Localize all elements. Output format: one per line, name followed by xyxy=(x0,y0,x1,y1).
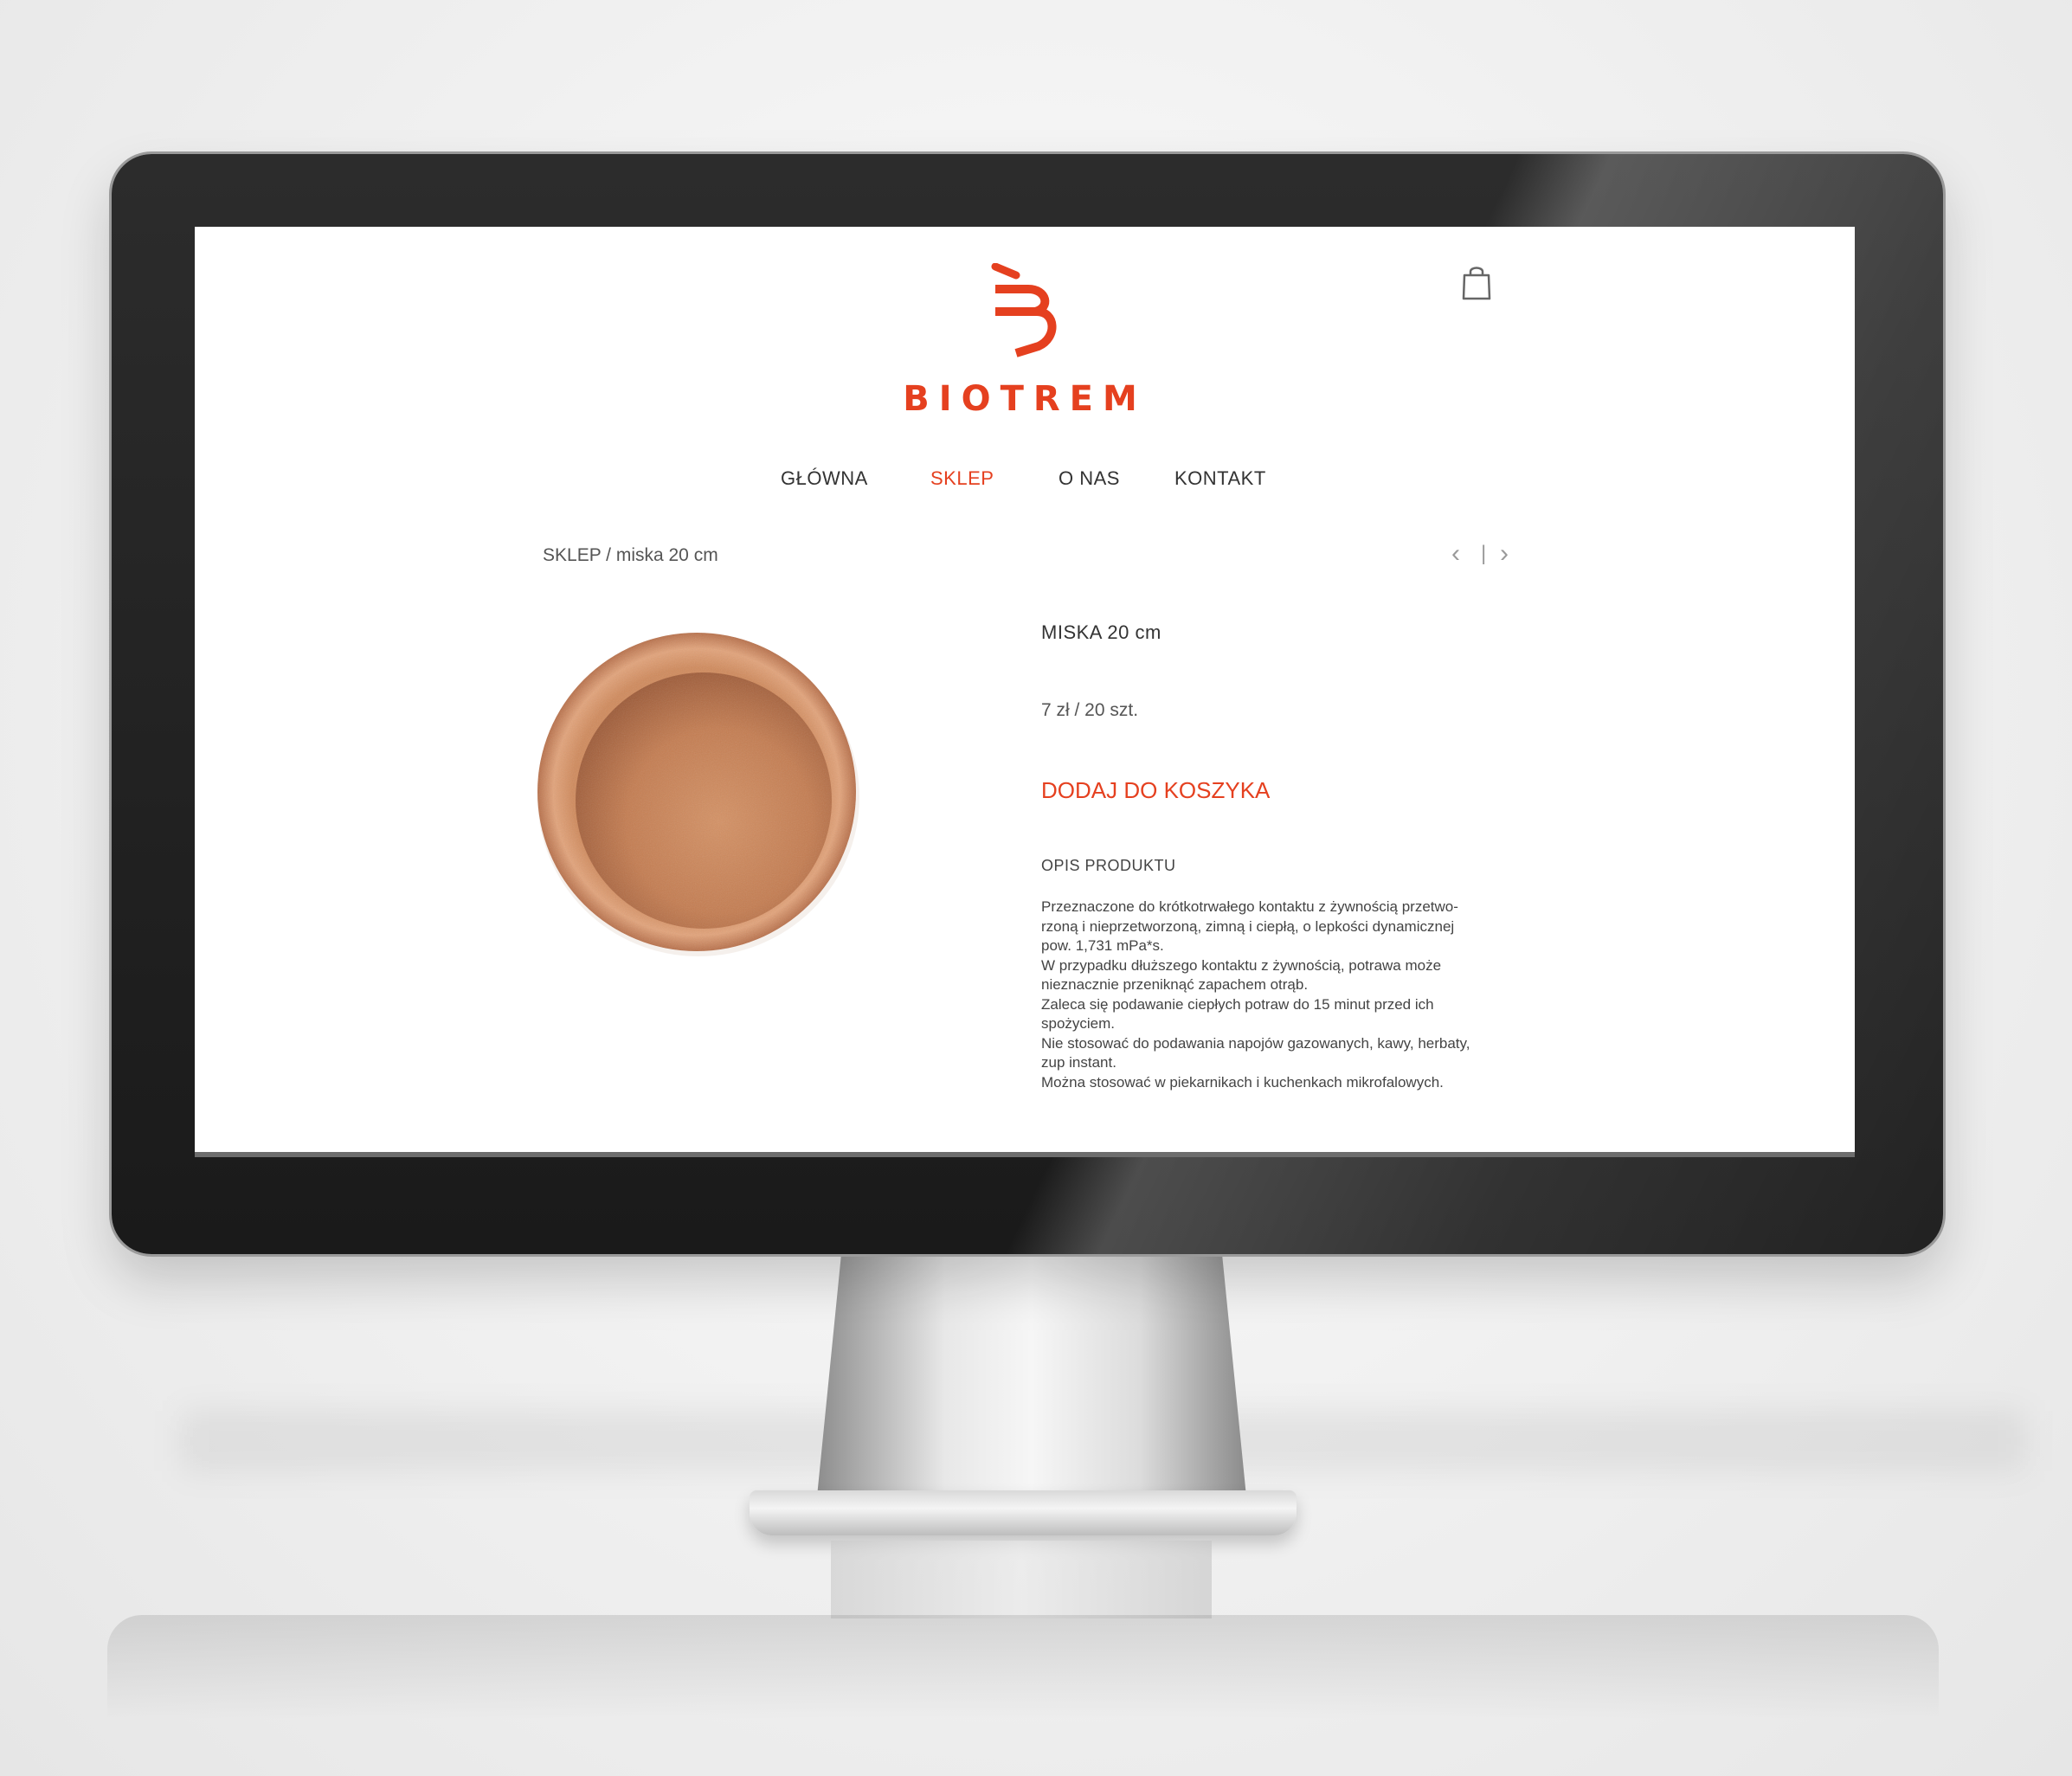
stand-reflection xyxy=(831,1541,1212,1618)
nav-item-sklep[interactable]: SKLEP xyxy=(930,467,994,490)
shopping-bag-icon xyxy=(1462,267,1491,300)
nav-item-kontakt[interactable]: KONTAKT xyxy=(1174,467,1266,490)
site-logo[interactable]: BIOTREM xyxy=(195,263,1855,419)
biotrem-logo-icon xyxy=(991,263,1057,357)
product-pager: ‹ | › xyxy=(1451,540,1521,568)
monitor-stand xyxy=(815,1254,1248,1514)
description-line: Zaleca się podawanie ciepłych potraw do … xyxy=(1041,995,1434,1013)
product-image xyxy=(534,627,863,956)
product-price: 7 zł / 20 szt. xyxy=(1041,700,1139,720)
description-line: zup instant. xyxy=(1041,1054,1116,1071)
monitor-stand-base xyxy=(750,1490,1297,1535)
monitor-reflection xyxy=(107,1615,1939,1719)
description-line: Nie stosować do podawania napojów gazowa… xyxy=(1041,1034,1470,1052)
monitor-screen: BIOTREM GŁÓWNA SKLEP O NAS KONTAKT SKLEP… xyxy=(195,227,1855,1157)
chevron-right-icon[interactable]: › xyxy=(1500,540,1509,568)
brand-name: BIOTREM xyxy=(903,379,1147,419)
description-line: rzoną i nieprzetworzoną, zimną i ciepłą,… xyxy=(1041,917,1455,935)
pager-separator: | xyxy=(1481,542,1487,565)
bran-bowl-image xyxy=(537,633,859,956)
nav-item-glowna[interactable]: GŁÓWNA xyxy=(781,467,868,490)
description-line: spożyciem. xyxy=(1041,1015,1116,1032)
cart-button[interactable] xyxy=(1461,265,1496,305)
description-line: Przeznaczone do krótkotrwałego kontaktu … xyxy=(1041,898,1458,915)
add-to-cart-button[interactable]: DODAJ DO KOSZYKA xyxy=(1041,777,1270,804)
description-line: Można stosować w piekarnikach i kuchenka… xyxy=(1041,1073,1444,1091)
nav-item-o-nas[interactable]: O NAS xyxy=(1059,467,1120,490)
description-line: W przypadku dłuższego kontaktu z żywnośc… xyxy=(1041,956,1442,974)
breadcrumb[interactable]: SKLEP / miska 20 cm xyxy=(543,545,718,566)
product-description: Przeznaczone do krótkotrwałego kontaktu … xyxy=(1041,898,1543,1092)
description-line: pow. 1,731 mPa*s. xyxy=(1041,937,1164,954)
description-heading: OPIS PRODUKTU xyxy=(1041,857,1176,874)
description-line: nieznacznie przeniknąć zapachem otrąb. xyxy=(1041,976,1309,993)
chevron-left-icon[interactable]: ‹ xyxy=(1451,540,1460,568)
product-title: MISKA 20 cm xyxy=(1041,621,1161,643)
